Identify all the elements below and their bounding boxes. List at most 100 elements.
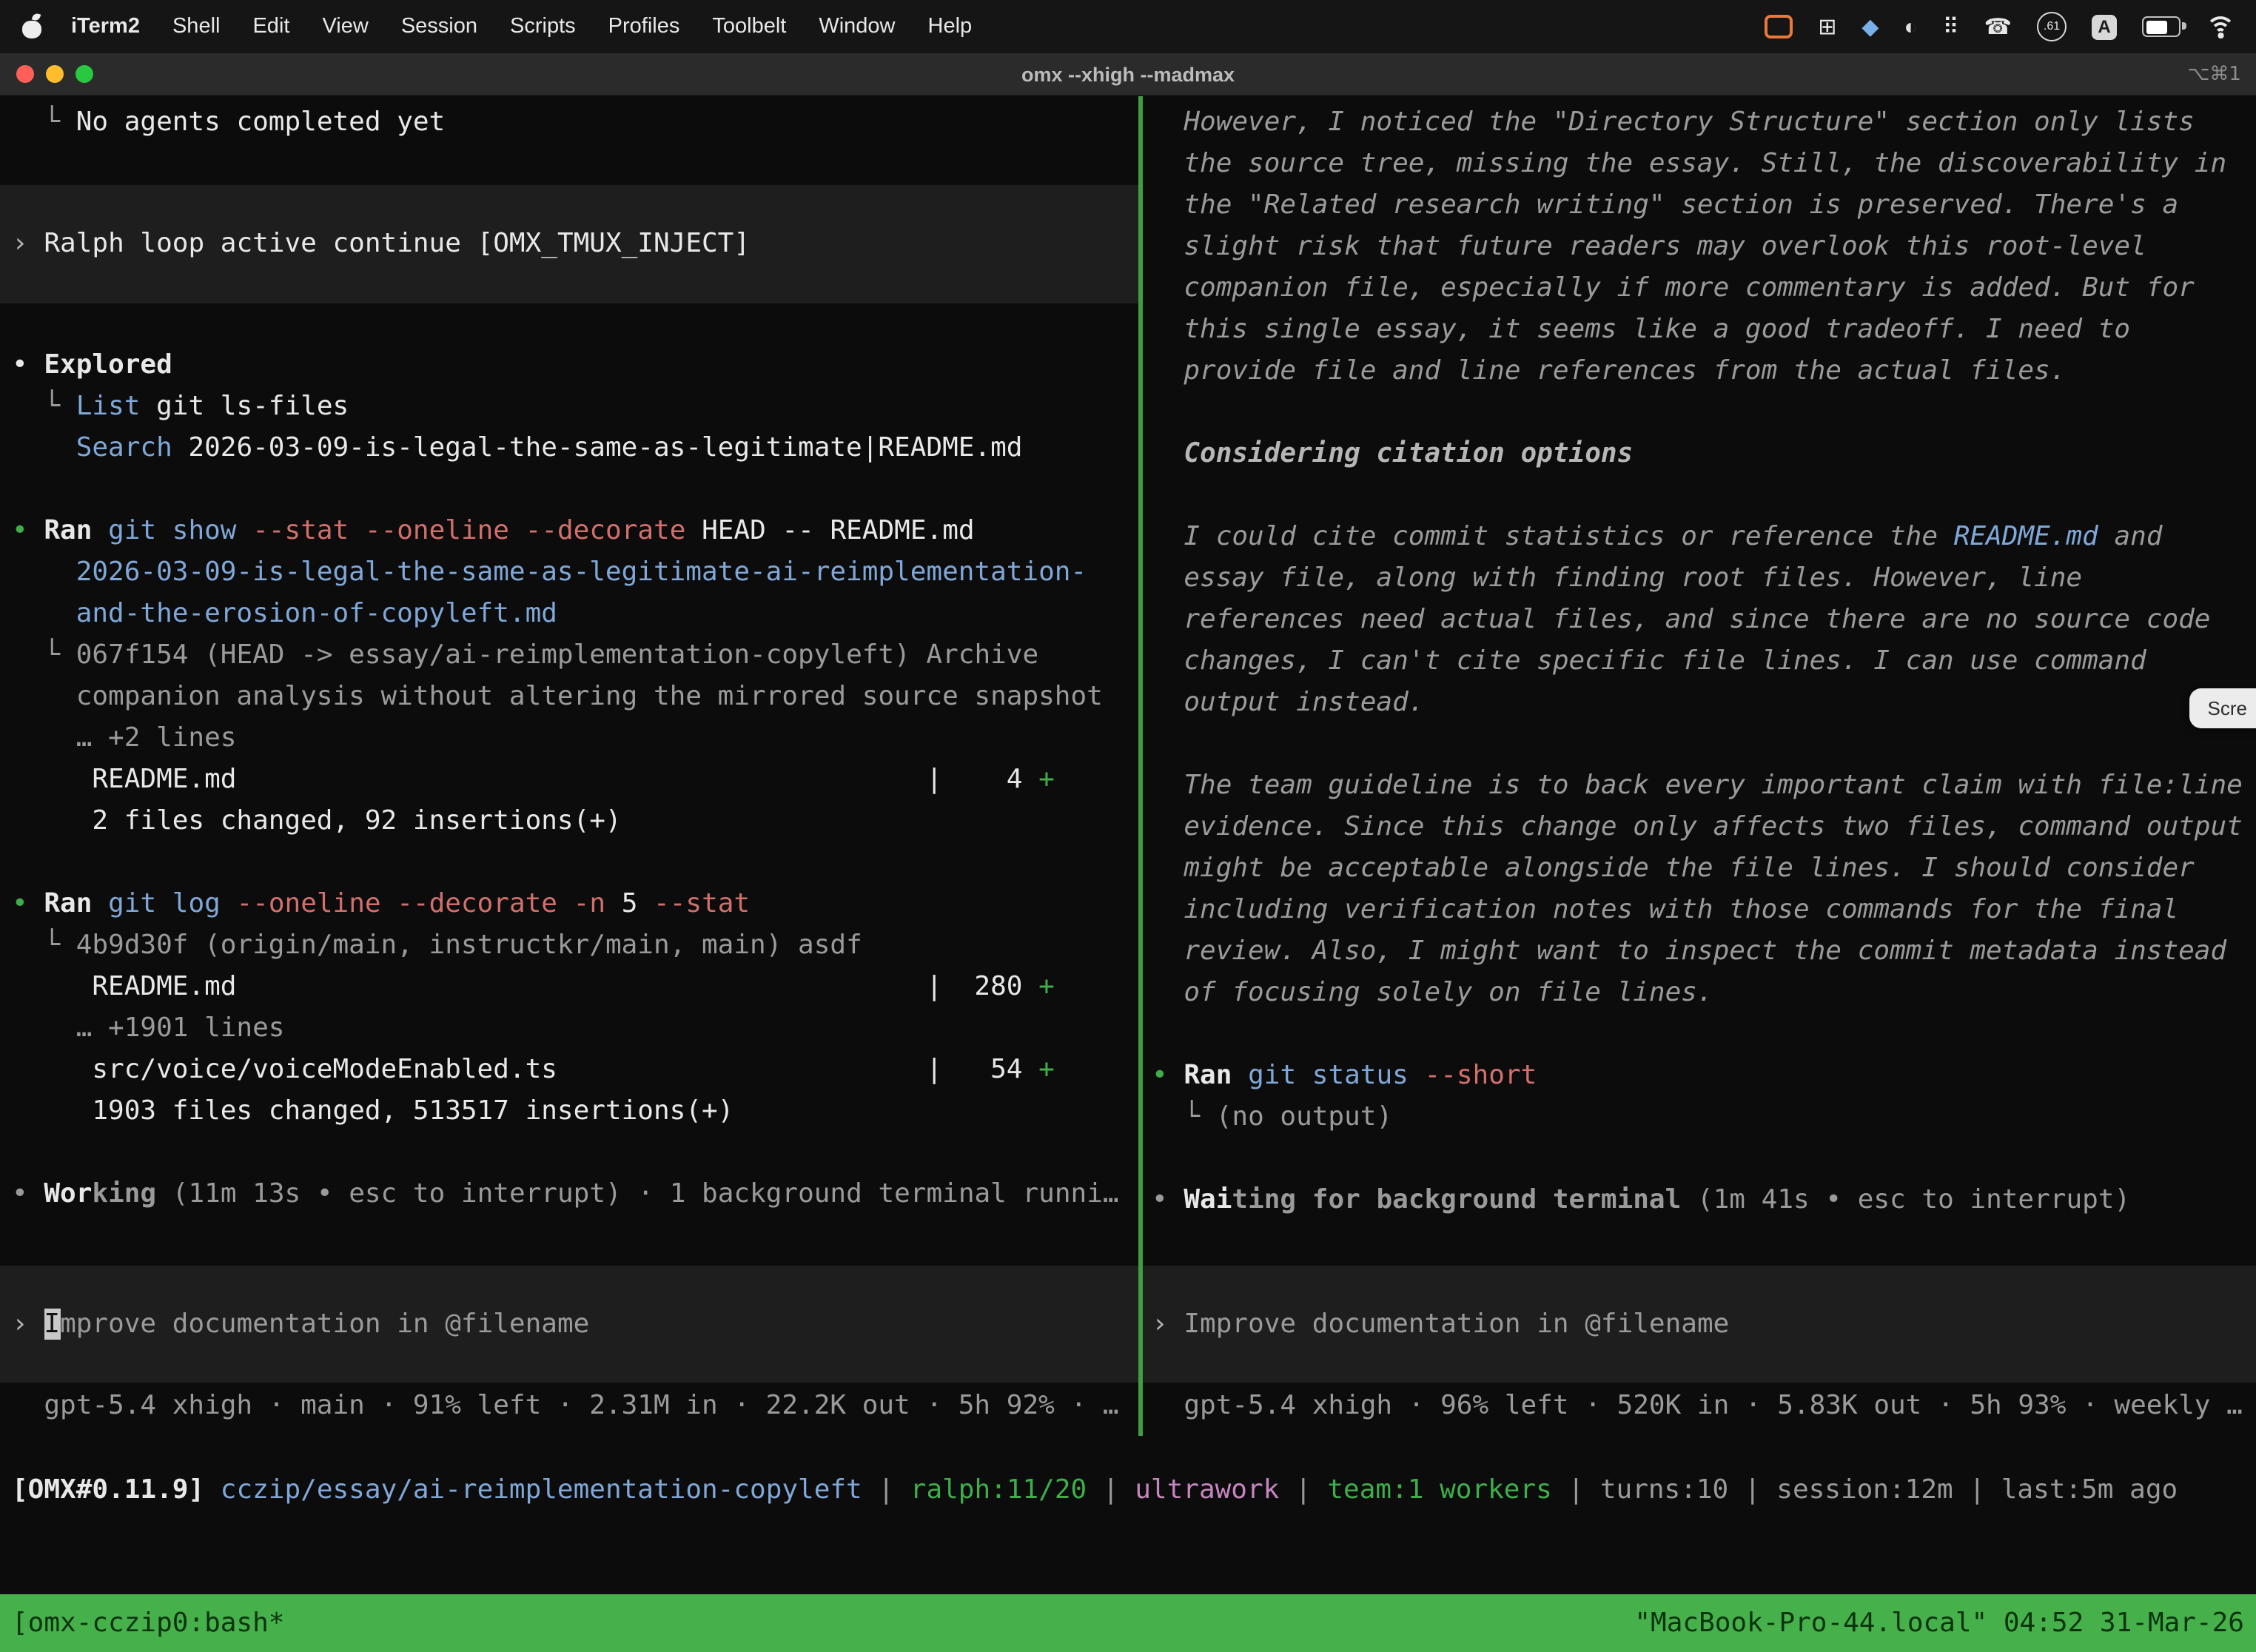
menu-item-scripts[interactable]: Scripts (494, 15, 592, 38)
right-pane-spacer (1143, 1221, 2256, 1266)
menu-item-toolbelt[interactable]: Toolbelt (696, 15, 802, 38)
blank-line (1143, 1138, 2256, 1180)
window-shortcut-badge: ⌥⌘1 (2187, 63, 2256, 85)
terminal-line: companion file, especially if more comme… (1143, 268, 2256, 309)
battery-percentage-icon[interactable]: .61 (2037, 12, 2067, 41)
terminal-window: └ No agents completed yet › Ralph loop ac… (0, 96, 2256, 1652)
terminal-line: • Explored (0, 345, 1138, 386)
terminal-line: └ 067f154 (HEAD -> essay/ai-reimplementa… (0, 635, 1138, 676)
terminal-line: └ No agents completed yet (0, 102, 1138, 144)
menu-item-session[interactable]: Session (385, 15, 494, 38)
terminal-line: provide file and line references from th… (1143, 351, 2256, 392)
blank-line (0, 469, 1138, 511)
terminal-line: 1903 files changed, 513517 insertions(+) (0, 1091, 1138, 1132)
blank-line (1143, 475, 2256, 517)
menu-item-help[interactable]: Help (912, 15, 989, 38)
terminal-line: references need actual files, and since … (1143, 600, 2256, 641)
screen: iTerm2ShellEditViewSessionScriptsProfile… (0, 0, 2256, 1652)
wifi-icon[interactable] (2206, 16, 2235, 38)
dots-grid-icon[interactable]: ⠿ (1943, 16, 1959, 38)
terminal-line: └ 4b9d30f (origin/main, instructkr/main,… (0, 925, 1138, 967)
phone-icon[interactable]: ☎ (1984, 16, 2012, 38)
terminal-line: the source tree, missing the essay. Stil… (1143, 144, 2256, 185)
input-source-icon[interactable]: A (2092, 14, 2117, 39)
left-input-line[interactable]: › Improve documentation in @filename (0, 1303, 589, 1345)
terminal-line: 2026-03-09-is-legal-the-same-as-legitima… (0, 552, 1138, 594)
window-title: omx --xhigh --madmax (0, 63, 2256, 85)
right-input-line[interactable]: › Improve documentation in @filename (1143, 1303, 1729, 1345)
terminal-line: slight risk that future readers may over… (1143, 226, 2256, 268)
status-icons: ⊞ ◆ ◐ ⠿ ☎ .61 A (1765, 12, 2235, 41)
blank-line (0, 842, 1138, 884)
apple-menu-icon[interactable] (21, 13, 43, 40)
traffic-lights (0, 65, 93, 83)
menu-item-iterm2[interactable]: iTerm2 (55, 15, 156, 38)
left-pane-lines: └ No agents completed yet › Ralph loop ac… (0, 102, 1138, 1215)
app-circle-icon[interactable]: ◐ (1904, 16, 1918, 38)
right-input-box[interactable]: › Improve documentation in @filename (1143, 1266, 2256, 1383)
terminal-line: essay file, along with finding root file… (1143, 558, 2256, 600)
raycast-icon[interactable]: ◆ (1861, 16, 1879, 38)
left-status-line: gpt-5.4 xhigh · main · 91% left · 2.31M … (0, 1386, 1138, 1427)
blank-line (1143, 724, 2256, 765)
terminal-line: this single essay, it seems like a good … (1143, 309, 2256, 351)
terminal-line: └ (no output) (1143, 1097, 2256, 1138)
screen-recording-icon[interactable] (1765, 15, 1793, 38)
terminal-line: including verification notes with those … (1143, 890, 2256, 931)
terminal-line: evidence. Since this change only affects… (1143, 807, 2256, 848)
macos-menu-bar: iTerm2ShellEditViewSessionScriptsProfile… (0, 0, 2256, 53)
panes-row: └ No agents completed yet › Ralph loop ac… (0, 96, 2256, 1436)
tmux-status-bar: [omx-cczip0:bash* "MacBook-Pro-44.local"… (0, 1594, 2256, 1652)
terminal-line: output instead. (1143, 682, 2256, 724)
right-status-line: gpt-5.4 xhigh · 96% left · 520K in · 5.8… (1143, 1386, 2256, 1427)
terminal-line: might be acceptable alongside the file l… (1143, 848, 2256, 890)
menu-item-edit[interactable]: Edit (236, 15, 306, 38)
thinking-heading-line: Considering citation options (1143, 434, 2256, 475)
tmux-host-clock: "MacBook-Pro-44.local" 04:52 31-Mar-26 (1634, 1608, 2244, 1639)
waiting-status-line: • Waiting for background terminal (1m 41… (1143, 1180, 2256, 1221)
right-pane-lines: However, I noticed the "Directory Struct… (1143, 102, 2256, 1221)
terminal-line: of focusing solely on file lines. (1143, 973, 2256, 1014)
blank-line (0, 144, 1138, 185)
terminal-line: • Ran git show --stat --oneline --decora… (0, 511, 1138, 552)
window-grid-icon[interactable]: ⊞ (1818, 16, 1836, 38)
terminal-line: • Ran git status --short (1143, 1055, 2256, 1097)
menu-items: iTerm2ShellEditViewSessionScriptsProfile… (55, 15, 988, 38)
left-pane-spacer (0, 1215, 1138, 1266)
terminal-line: However, I noticed the "Directory Struct… (1143, 102, 2256, 144)
terminal-line: … +1901 lines (0, 1008, 1138, 1050)
zoom-button[interactable] (75, 65, 93, 83)
window-title-bar: omx --xhigh --madmax ⌥⌘1 (0, 53, 2256, 96)
menu-item-shell[interactable]: Shell (156, 15, 237, 38)
close-button[interactable] (16, 65, 34, 83)
right-pane[interactable]: However, I noticed the "Directory Struct… (1143, 96, 2256, 1436)
screen-overlay-tab[interactable]: Scre (2190, 688, 2256, 728)
left-input-box[interactable]: › Improve documentation in @filename (0, 1266, 1138, 1383)
terminal-line: src/voice/voiceModeEnabled.ts | 54 + (0, 1050, 1138, 1091)
omx-status-line: [OMX#0.11.9] cczip/essay/ai-reimplementa… (0, 1470, 2256, 1511)
battery-icon[interactable] (2142, 16, 2181, 37)
working-status-line: • Working (11m 13s • esc to interrupt) ·… (0, 1174, 1138, 1215)
inject-notice-line: › Ralph loop active continue [OMX_TMUX_I… (0, 224, 1138, 265)
menu-item-view[interactable]: View (306, 15, 384, 38)
left-pane[interactable]: └ No agents completed yet › Ralph loop ac… (0, 96, 1138, 1436)
terminal-line: 2 files changed, 92 insertions(+) (0, 801, 1138, 842)
terminal-line: companion analysis without altering the … (0, 676, 1138, 718)
minimize-button[interactable] (46, 65, 64, 83)
blank-line (1143, 392, 2256, 434)
terminal-line: README.md | 280 + (0, 967, 1138, 1008)
terminal-line: The team guideline is to back every impo… (1143, 765, 2256, 807)
menu-item-profiles[interactable]: Profiles (592, 15, 696, 38)
terminal-line: • Ran git log --oneline --decorate -n 5 … (0, 884, 1138, 925)
terminal-line: changes, I can't cite specific file line… (1143, 641, 2256, 682)
tmux-session-label: [omx-cczip0:bash* (12, 1608, 284, 1639)
blank-line (0, 303, 1138, 345)
menu-item-window[interactable]: Window (802, 15, 911, 38)
left-status-row: gpt-5.4 xhigh · main · 91% left · 2.31M … (0, 1386, 1138, 1427)
terminal-line: └ List git ls-files (0, 386, 1138, 428)
terminal-line: review. Also, I might want to inspect th… (1143, 931, 2256, 973)
highlight-box: › Ralph loop active continue [OMX_TMUX_I… (0, 185, 1138, 303)
blank-line (0, 1132, 1138, 1174)
terminal-line: I could cite commit statistics or refere… (1143, 517, 2256, 558)
terminal-line: and-the-erosion-of-copyleft.md (0, 594, 1138, 635)
